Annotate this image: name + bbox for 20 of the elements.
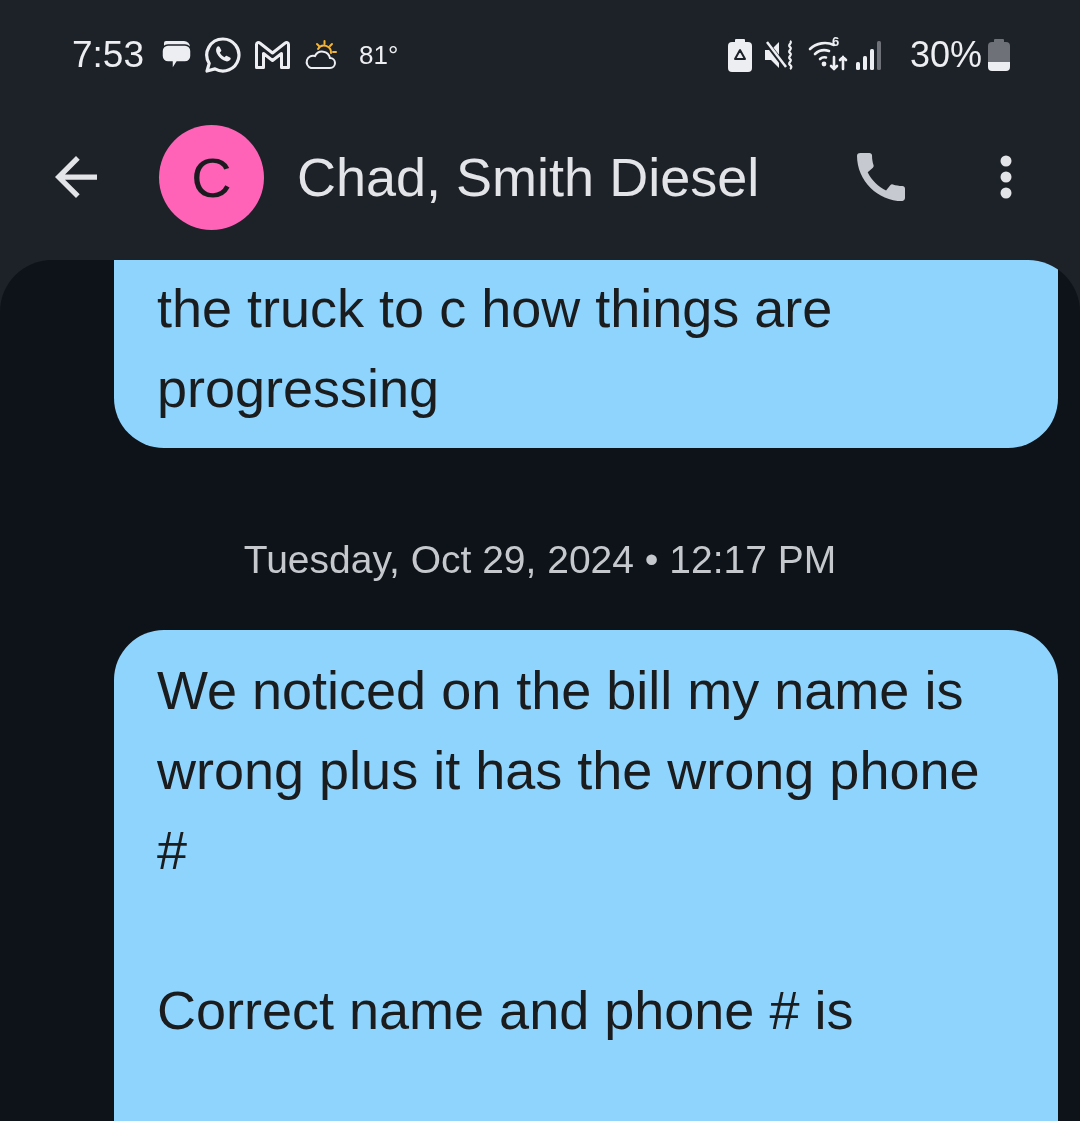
phone-chat-icon [204, 36, 242, 74]
call-button[interactable] [855, 151, 907, 203]
cloud-sun-icon [303, 40, 337, 70]
contact-avatar: C [159, 124, 264, 230]
message-text: Correct name and phone # is [157, 979, 855, 1042]
signal-bars-icon [855, 40, 884, 70]
wifi-icon [807, 39, 848, 71]
message-text: the truck to c how things are progressing [157, 277, 834, 420]
date-time-label: Tuesday, Oct 29, 2024 • 12:17 PM [243, 537, 837, 583]
back-arrow-icon [55, 156, 97, 198]
wifi-standard-label: 6 [831, 35, 840, 49]
battery-icon [988, 39, 1010, 71]
phone-icon [857, 153, 905, 201]
contact-name: Chad, Smith Diesel [297, 146, 760, 208]
battery-percent: 30% [909, 34, 982, 76]
temperature: 81° [359, 39, 399, 71]
clock-time: 7:53 [72, 34, 144, 76]
mail-m-icon [254, 40, 291, 70]
more-vertical-icon [1000, 155, 1012, 199]
message-text: We noticed on the bill my name is wrong plus it has the wrong phone # [157, 659, 981, 882]
